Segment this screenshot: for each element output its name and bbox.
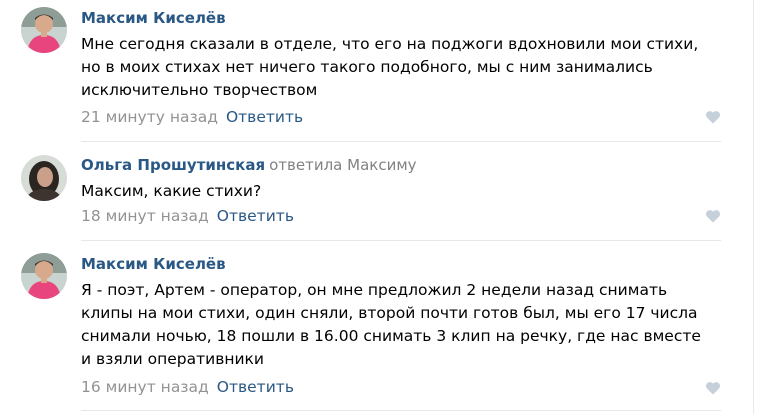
reply-button[interactable]: Ответить (217, 378, 294, 396)
comment-meta: 16 минут назад Ответить (81, 378, 294, 396)
comment-author[interactable]: Максим Киселёв (81, 255, 226, 273)
comment: Максим Киселёв Я - поэт, Артем - операто… (0, 0, 740, 414)
comment-time[interactable]: 16 минут назад (81, 378, 209, 396)
comments-page: Максим Киселёв Мне сегодня сказали в отд… (0, 0, 759, 414)
heart-icon[interactable] (705, 381, 721, 395)
avatar[interactable] (21, 253, 67, 299)
comment-text: Я - поэт, Артем - оператор, он мне предл… (81, 281, 701, 368)
comment-divider (81, 410, 721, 411)
panel-border (753, 0, 754, 414)
